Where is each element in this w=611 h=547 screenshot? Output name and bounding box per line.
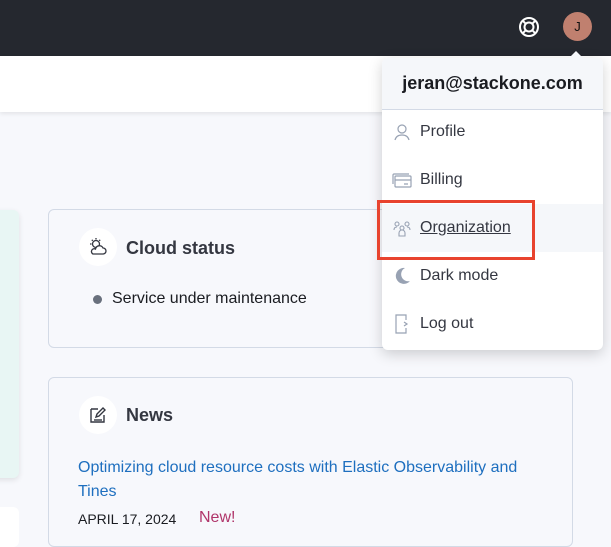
status-text: Service under maintenance: [112, 290, 307, 307]
top-bar: J: [0, 0, 611, 56]
news-card: News Optimizing cloud resource costs wit…: [48, 377, 573, 547]
menu-item-label: Billing: [420, 171, 463, 188]
edit-icon: [79, 396, 117, 434]
menu-item-label: Profile: [420, 123, 466, 140]
highlight-box: [377, 200, 535, 260]
status-line: Service under maintenance: [93, 290, 307, 308]
side-card: [0, 507, 19, 547]
lifebuoy-icon[interactable]: [518, 16, 540, 38]
news-date: APRIL 17, 2024: [78, 511, 177, 527]
credit-card-icon: [382, 172, 420, 188]
card-title: News: [126, 405, 174, 425]
user-icon: [382, 123, 420, 141]
side-card: [0, 210, 19, 478]
menu-arrow: [568, 51, 584, 59]
menu-item-log-out[interactable]: Log out: [382, 300, 603, 348]
logout-icon: [382, 314, 420, 334]
moon-icon: [382, 267, 420, 285]
news-headline-link[interactable]: Optimizing cloud resource costs with Ela…: [78, 456, 558, 504]
status-dot: [93, 294, 102, 304]
menu-item-billing[interactable]: Billing: [382, 156, 603, 204]
card-title: Cloud status: [126, 238, 236, 258]
user-email: jeran@stackone.com: [382, 58, 603, 110]
menu-item-profile[interactable]: Profile: [382, 108, 603, 156]
menu-item-label: Dark mode: [420, 267, 499, 284]
cloud-sun-icon: [79, 228, 117, 266]
avatar[interactable]: J: [563, 12, 592, 41]
new-badge: New!: [199, 509, 236, 526]
menu-item-label: Log out: [420, 315, 474, 332]
